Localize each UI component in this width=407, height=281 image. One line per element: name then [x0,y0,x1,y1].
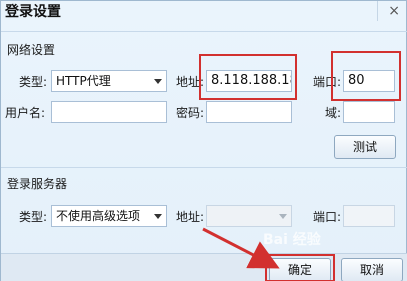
login-settings-dialog: 登录设置 × 网络设置 类型: HTTP代理 地址: 8.118.188.188… [0,0,407,281]
annotation-arrow-icon [202,227,280,269]
